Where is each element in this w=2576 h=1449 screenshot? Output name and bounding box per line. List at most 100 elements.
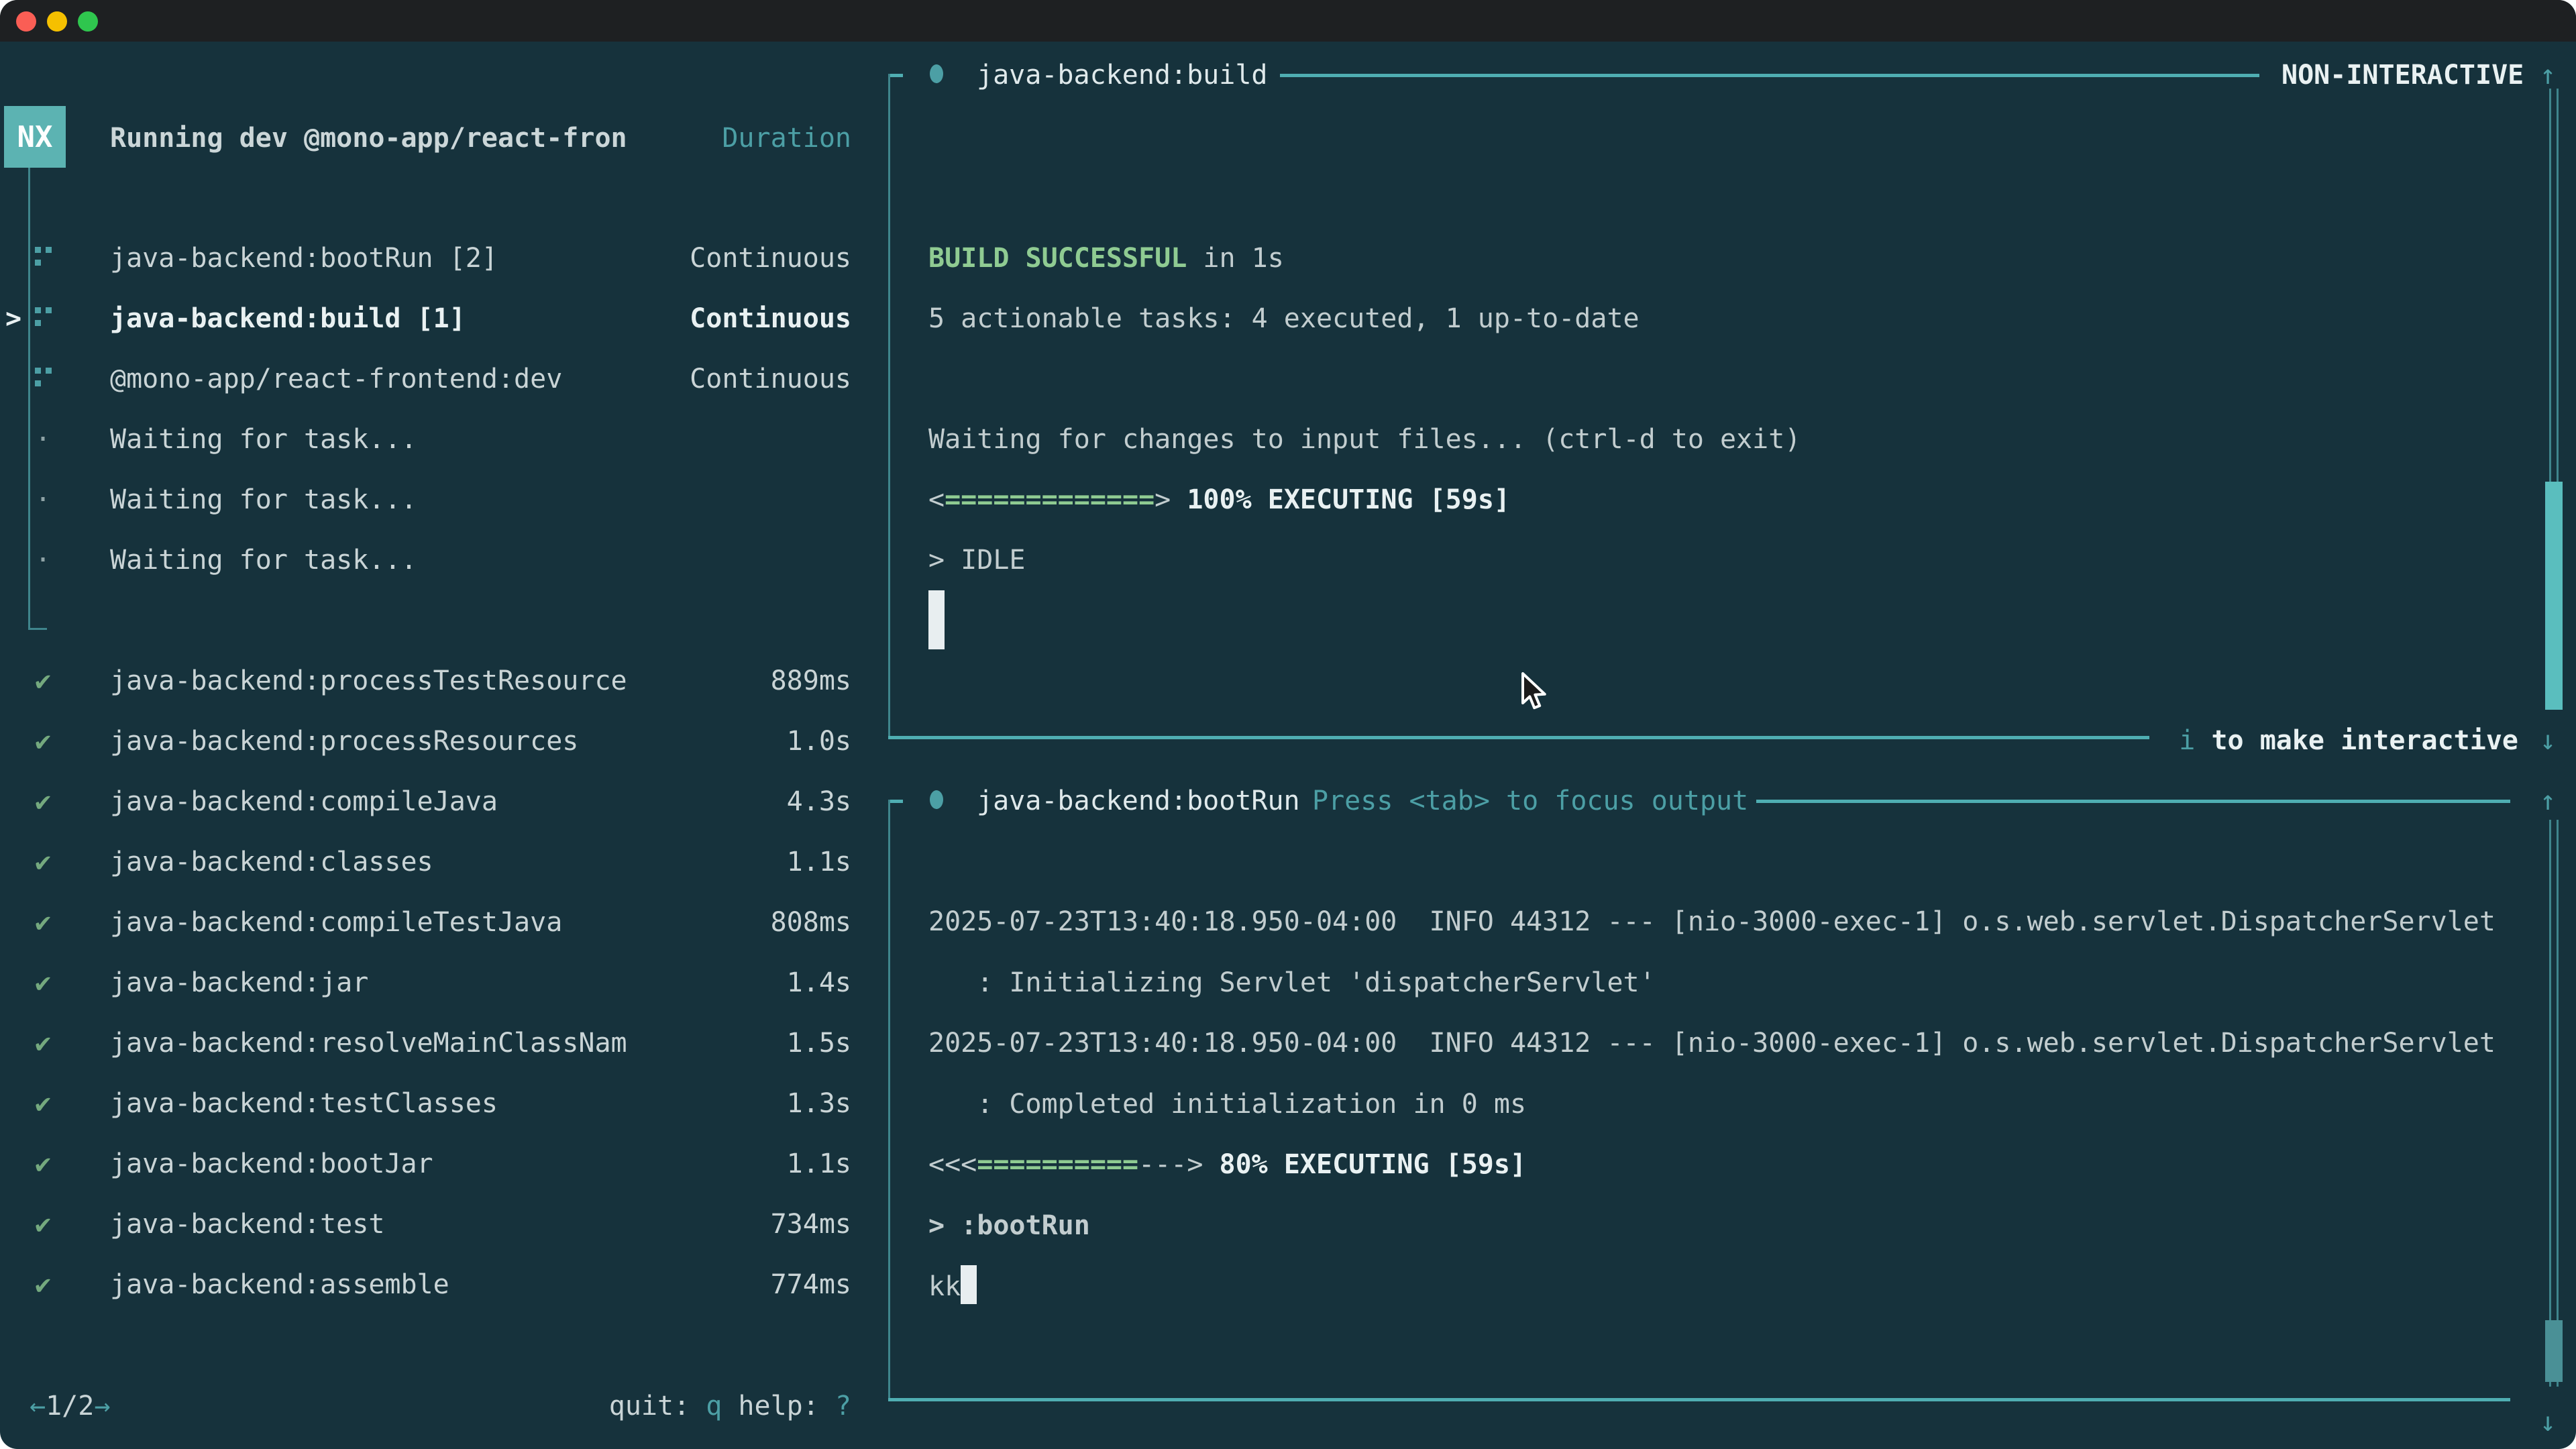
progress-close: > [1155,484,1171,515]
task-duration: 1.3s [787,1073,851,1134]
task-label: java-backend:test [110,1194,384,1254]
bootrun-panel-title: java-backend:bootRun [977,785,1300,817]
build-output: BUILD SUCCESSFUL in 1s 5 actionable task… [928,228,1801,590]
task-label: java-backend:processResources [110,711,578,771]
bootrun-panel-bullet-icon [930,790,943,809]
task-row[interactable]: ✔ java-backend:processResources 1.0s [0,711,872,771]
task-row[interactable]: ✔ java-backend:processTestResource 889ms [0,651,872,711]
running-task-list: java-backend:bootRun [2] Continuous > ja… [0,228,872,590]
interactive-hint-key[interactable]: i [2179,725,2195,756]
mouse-pointer-icon [1517,672,1551,712]
task-label: java-backend:bootRun [2] [110,228,498,288]
bootrun-panel-left-border [888,800,890,1401]
build-panel-mode-badge: NON-INTERACTIVE [2282,59,2524,91]
task-row[interactable]: @mono-app/react-frontend:dev Continuous [0,349,872,409]
sidebar-title: Running dev @mono-app/react-fron [110,122,627,154]
zoom-button[interactable] [78,11,98,32]
help-key[interactable]: ? [835,1391,851,1421]
task-duration: 1.4s [787,953,851,1013]
focus-output-hint: Press <tab> to focus output [1312,785,1748,817]
quit-key[interactable]: q [706,1391,722,1421]
keyboard-hints: quit: q help: ? [402,1389,851,1424]
progress-close: ---> [1138,1149,1203,1180]
task-row[interactable]: · Waiting for task... [0,530,872,590]
task-label: java-backend:resolveMainClassNam [110,1013,627,1073]
desktop: NX Running dev @mono-app/react-fron Dura… [0,0,2576,1449]
task-row[interactable]: ✔ java-backend:jar 1.4s [0,953,872,1013]
close-button[interactable] [16,11,36,32]
task-duration: 734ms [771,1194,851,1254]
bootrun-panel-scrollbar-thumb[interactable] [2545,1320,2563,1382]
task-row[interactable]: ✔ java-backend:test 734ms [0,1194,872,1254]
pager-next-icon[interactable]: → [94,1391,110,1421]
task-row[interactable]: > java-backend:build [1] Continuous [0,288,872,349]
bootrun-panel-corner [888,800,903,803]
bootrun-input-line[interactable]: kk [928,1256,2496,1318]
task-row[interactable]: java-backend:bootRun [2] Continuous [0,228,872,288]
task-row[interactable]: · Waiting for task... [0,470,872,530]
task-status-icon: · [35,470,51,530]
scroll-up-icon[interactable]: ↑ [2540,59,2556,91]
task-status-icon: ✔ [35,892,51,953]
task-label: java-backend:assemble [110,1254,449,1315]
scroll-down-icon[interactable]: ↓ [2540,724,2556,757]
task-duration: 1.5s [787,1013,851,1073]
task-row[interactable]: ✔ java-backend:assemble 774ms [0,1254,872,1315]
bootrun-panel-scrollbar-track[interactable] [2549,820,2559,1387]
completed-task-list: ✔ java-backend:processTestResource 889ms… [0,651,872,1315]
build-panel-corner [888,74,903,77]
build-panel-header-rule [1280,74,2259,77]
task-row[interactable]: · Waiting for task... [0,409,872,470]
progress-bar: ============= [945,484,1155,515]
running-group-bracket-foot [28,628,47,630]
scroll-up-icon[interactable]: ↑ [2540,785,2556,817]
help-hint-label: help: [722,1391,835,1421]
interactive-hint-text: to make interactive [2195,725,2518,756]
task-row[interactable]: ✔ java-backend:classes 1.1s [0,832,872,892]
build-result-line: BUILD SUCCESSFUL in 1s [928,228,1801,288]
build-successful-text: BUILD SUCCESSFUL [928,243,1187,274]
pager-prev-icon[interactable]: ← [30,1391,46,1421]
bootrun-panel-header-rule [1756,800,2510,803]
build-waiting-line: Waiting for changes to input files... (c… [928,409,1801,470]
input-cursor [961,1265,977,1304]
task-label: Waiting for task... [110,470,417,530]
minimize-button[interactable] [47,11,67,32]
task-duration: Continuous [690,228,851,288]
task-duration: 1.1s [787,1134,851,1194]
task-row[interactable]: ✔ java-backend:compileTestJava 808ms [0,892,872,953]
window-titlebar[interactable] [0,0,2576,42]
selected-task-marker: > [5,288,21,349]
task-row[interactable]: ✔ java-backend:compileJava 4.3s [0,771,872,832]
build-panel-scrollbar-thumb[interactable] [2545,482,2563,710]
log-line: : Completed initialization in 0 ms [928,1074,2496,1135]
task-row[interactable]: ✔ java-backend:bootJar 1.1s [0,1134,872,1194]
task-row[interactable]: ✔ java-backend:resolveMainClassNam 1.5s [0,1013,872,1073]
log-line: 2025-07-23T13:40:18.950-04:00 INFO 44312… [928,1013,2496,1074]
task-label: java-backend:bootJar [110,1134,433,1194]
task-status-icon: ✔ [35,832,51,892]
task-status-icon: ✔ [35,1134,51,1194]
build-panel-left-border [888,74,890,737]
task-status-icon: ✔ [35,1073,51,1134]
task-row[interactable]: ✔ java-backend:testClasses 1.3s [0,1073,872,1134]
task-label: Waiting for task... [110,530,417,590]
task-duration: 889ms [771,651,851,711]
terminal-cursor [928,590,945,649]
task-status-icon: · [35,409,51,470]
interactive-hint: i to make interactive [2167,724,2518,757]
task-duration: 774ms [771,1254,851,1315]
task-label: java-backend:compileTestJava [110,892,562,953]
build-panel-bullet-icon [930,64,943,83]
task-label: java-backend:testClasses [110,1073,498,1134]
progress-bar: ========== [977,1149,1138,1180]
task-duration: 1.1s [787,832,851,892]
build-idle-line: > IDLE [928,530,1801,590]
build-panel-footer-rule [888,736,2149,739]
scroll-down-icon[interactable]: ↓ [2540,1406,2556,1438]
task-status-icon: ✔ [35,711,51,771]
progress-status: 80% EXECUTING [59s] [1203,1149,1526,1180]
bootrun-progress-line: <<<==========---> 80% EXECUTING [59s] [928,1134,2496,1195]
task-status-icon: ✔ [35,1254,51,1315]
bootrun-output: 2025-07-23T13:40:18.950-04:00 INFO 44312… [928,892,2496,1317]
